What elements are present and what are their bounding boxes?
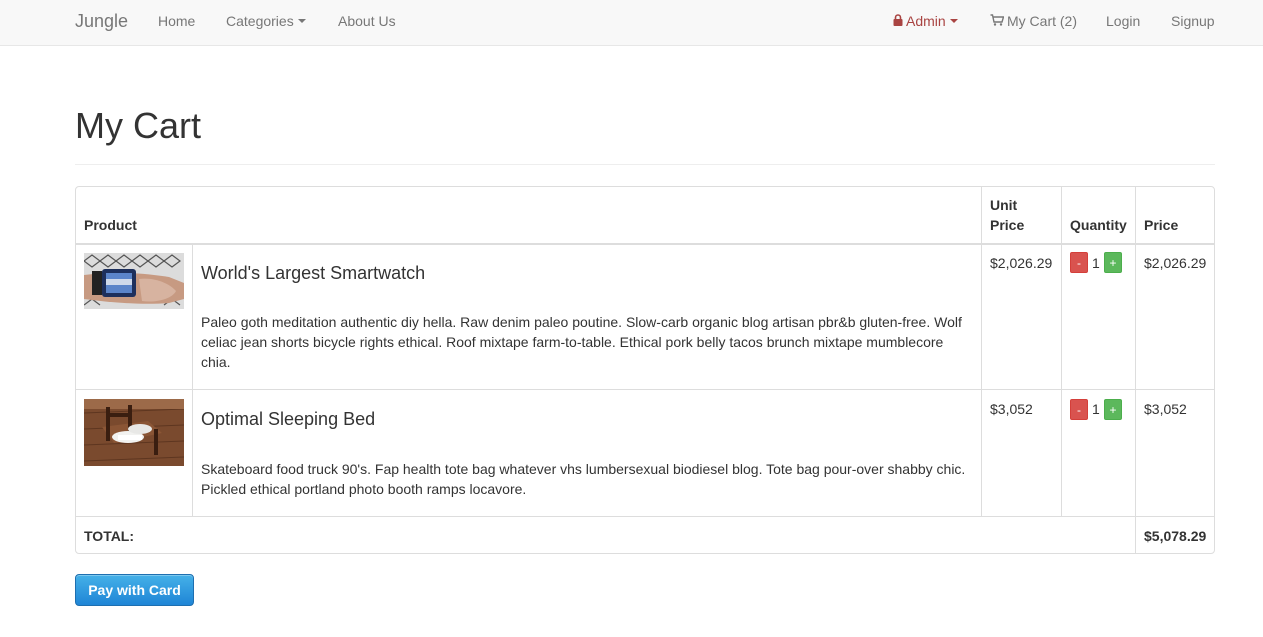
unit-price: $2,026.29 (990, 255, 1053, 271)
pay-with-card-button[interactable]: Pay with Card (75, 574, 194, 606)
header-divider (76, 243, 1214, 245)
product-image-smartwatch[interactable] (84, 253, 184, 309)
line-price: $2,026.29 (1144, 255, 1207, 271)
nav-admin-label: Admin (906, 13, 946, 29)
quantity-value: 1 (1092, 401, 1100, 417)
column-divider (981, 187, 982, 517)
column-divider (192, 244, 193, 517)
row-divider (76, 389, 1214, 390)
product-description: Skateboard food truck 90's. Fap health t… (201, 461, 966, 497)
header-price: Price (1144, 217, 1179, 233)
header-unit-price-line2: Price (990, 217, 1025, 233)
total-label: TOTAL: (84, 528, 135, 544)
column-divider (1061, 187, 1062, 517)
header-quantity: Quantity (1070, 217, 1127, 233)
header-product: Product (84, 217, 137, 233)
nav-cart[interactable]: My Cart (2) (990, 0, 1077, 45)
smartwatch-photo (84, 253, 184, 309)
row-divider (76, 516, 1214, 517)
nav-categories-label: Categories (226, 13, 294, 29)
product-name[interactable]: World's Largest Smartwatch (201, 262, 425, 284)
product-name[interactable]: Optimal Sleeping Bed (201, 408, 375, 430)
nav-login[interactable]: Login (1106, 0, 1140, 45)
header-unit-price-line1: Unit (990, 197, 1018, 213)
nav-cart-label: My Cart (2) (1007, 13, 1077, 29)
title-divider (75, 164, 1215, 165)
lock-icon (893, 14, 903, 27)
decrease-quantity-button[interactable]: - (1070, 399, 1088, 420)
total-value: $5,078.29 (1144, 528, 1207, 544)
nav-categories[interactable]: Categories (226, 0, 306, 45)
increase-quantity-button[interactable]: + (1104, 252, 1122, 273)
cart-icon (990, 14, 1004, 26)
cart-table: Product Unit Price Quantity Price World'… (75, 186, 1215, 554)
bed-photo (84, 399, 184, 466)
nav-about[interactable]: About Us (338, 0, 396, 45)
page-title: My Cart (75, 105, 201, 146)
caret-down-icon (949, 19, 958, 24)
product-image-bed[interactable] (84, 399, 184, 466)
caret-down-icon (297, 19, 306, 24)
column-divider (1135, 187, 1136, 553)
increase-quantity-button[interactable]: + (1104, 399, 1122, 420)
decrease-quantity-button[interactable]: - (1070, 252, 1088, 273)
nav-home[interactable]: Home (158, 0, 195, 45)
product-description: Paleo goth meditation authentic diy hell… (201, 314, 962, 370)
unit-price: $3,052 (990, 401, 1033, 417)
line-price: $3,052 (1144, 401, 1187, 417)
navbar: Jungle Home Categories About Us Admin My… (0, 0, 1263, 46)
brand-link[interactable]: Jungle (75, 0, 128, 45)
nav-signup[interactable]: Signup (1171, 0, 1215, 45)
nav-admin[interactable]: Admin (893, 0, 958, 45)
quantity-value: 1 (1092, 255, 1100, 271)
